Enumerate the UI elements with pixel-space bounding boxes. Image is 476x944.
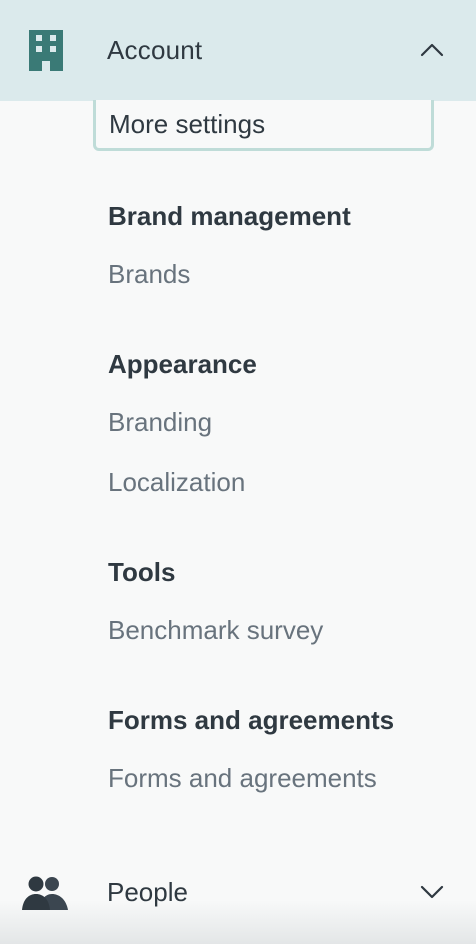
nav-link-benchmark-survey[interactable]: Benchmark survey (108, 614, 323, 646)
nav-link-forms-and-agreements[interactable]: Forms and agreements (108, 762, 377, 794)
footer-shadow (0, 900, 476, 944)
nav-link-localization[interactable]: Localization (108, 466, 245, 498)
people-nav-label: People (107, 877, 188, 907)
section-title-appearance: Appearance (108, 349, 257, 379)
nav-link-brands[interactable]: Brands (108, 258, 190, 290)
section-title-forms-and-agreements: Forms and agreements (108, 705, 395, 735)
more-settings-link[interactable]: More settings (93, 100, 434, 151)
more-settings-label: More settings (109, 109, 266, 139)
nav-link-branding[interactable]: Branding (108, 406, 212, 438)
chevron-up-icon[interactable] (420, 43, 444, 57)
section-title-tools: Tools (108, 557, 176, 587)
building-icon (29, 30, 63, 71)
people-icon (22, 876, 68, 910)
account-nav-label: Account (107, 35, 203, 65)
account-nav-header[interactable]: Account (0, 0, 476, 101)
section-title-brand-management: Brand management (108, 201, 351, 231)
chevron-down-icon[interactable] (420, 885, 444, 899)
